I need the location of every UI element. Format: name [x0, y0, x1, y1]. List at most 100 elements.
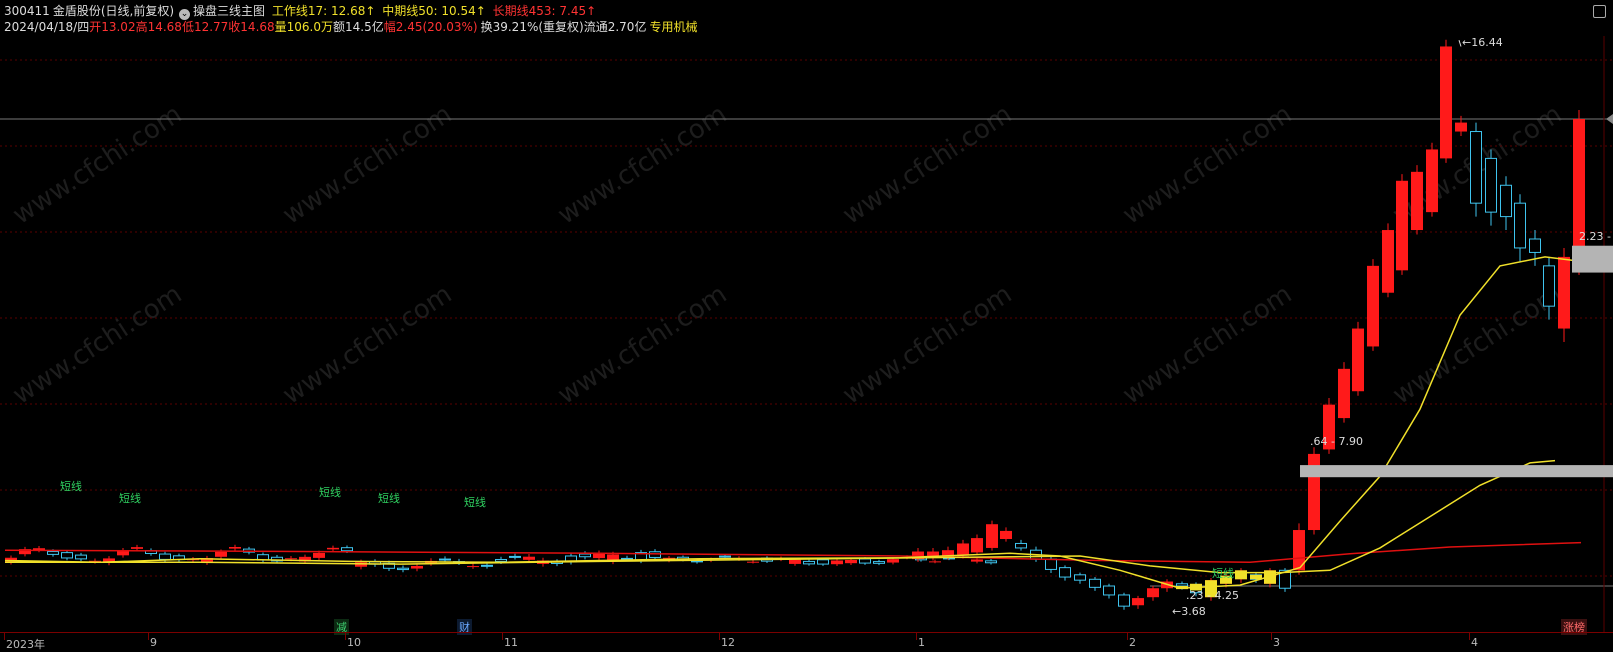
indicator-name[interactable]: 操盘三线主图: [193, 4, 265, 18]
short-line-label: 短线: [464, 496, 486, 509]
quote-open: 开13.02: [89, 20, 136, 34]
candle-down: [803, 560, 815, 565]
candles: [5, 39, 1585, 610]
candle-up: [789, 559, 801, 564]
period-label[interactable]: (日线,前复权): [101, 4, 174, 18]
date-tick: [1127, 633, 1128, 640]
date-label: 2: [1129, 636, 1136, 649]
candle-up: [411, 565, 423, 569]
candle-down: [75, 554, 87, 560]
candle-down: [341, 547, 353, 552]
candlestick-chart[interactable]: [0, 0, 1613, 632]
candle-down: [649, 551, 661, 558]
long-line-value: 长期线453: 7.45↑: [492, 4, 597, 18]
title-bar: 300411 金盾股份(日线,前复权) ⌄ 操盘三线主图 工作线17: 12.68↑ …: [4, 4, 599, 20]
candle-up: [1396, 180, 1408, 271]
short-line-label: 短线: [378, 492, 400, 505]
candle-up: [1352, 328, 1364, 392]
candle-up: [747, 561, 759, 563]
quote-high: 高14.68: [135, 20, 182, 34]
candle-up: [327, 547, 339, 550]
candle-down: [859, 558, 871, 564]
candle-down: [873, 561, 885, 564]
price-zone-band: [1300, 465, 1613, 478]
candle-up: [313, 552, 325, 558]
stock-name: 金盾股份: [52, 4, 101, 18]
candle-up: [845, 559, 857, 564]
date-label: 9: [150, 636, 157, 649]
candle-up: [467, 566, 479, 568]
candle-down: [1045, 558, 1057, 570]
candle-up: [229, 546, 241, 549]
candle-down: [719, 555, 731, 558]
candle-up: [929, 561, 941, 563]
candle-down: [1103, 585, 1115, 596]
candle-up: [1132, 598, 1144, 606]
candle-up: [986, 524, 998, 548]
candle-down: [1074, 574, 1086, 581]
candle-up: [1411, 171, 1423, 231]
candle-up: [1147, 588, 1159, 598]
price-zone-band: [1572, 245, 1613, 273]
candle-down: [1485, 157, 1497, 213]
indicator-lines: [4, 256, 1582, 589]
work-line: [4, 256, 1582, 589]
short-line-label: 短线: [60, 480, 82, 493]
candle-down: [1543, 265, 1555, 307]
chart-annotations: [1458, 40, 1462, 47]
panel-close-icon[interactable]: [1593, 5, 1606, 18]
candle-down: [1514, 202, 1526, 249]
arrow-left-icon: ←: [1462, 36, 1472, 49]
candle-up: [957, 543, 969, 555]
candle-up: [131, 547, 143, 549]
date-label: 3: [1273, 636, 1280, 649]
candle-up: [1440, 46, 1452, 159]
candle-up: [285, 558, 297, 560]
candle-down: [159, 553, 171, 560]
quote-date: 2024/04/18/四: [4, 20, 90, 34]
quote-turnover: 换39.21%(重复权): [480, 20, 584, 34]
candle-down: [1176, 583, 1188, 587]
short-line-label: 短线: [319, 486, 341, 499]
quote-low: 低12.77: [181, 20, 229, 34]
candle-down: [397, 567, 409, 571]
current-price-pointer-icon: [1606, 114, 1613, 124]
date-axis: 2023年 9 10 11 12 1 2 3 4: [0, 632, 1613, 652]
candle-up: [1455, 122, 1467, 132]
candle-down: [1500, 184, 1512, 218]
candle-up: [1338, 368, 1350, 419]
zone-mid-label: .64 - 7.90: [1310, 435, 1363, 448]
candle-signal: [1235, 570, 1247, 580]
stock-code: 300411: [4, 4, 50, 18]
date-tick: [719, 633, 720, 640]
date-label: 11: [504, 636, 518, 649]
candle-down: [1529, 238, 1541, 253]
date-tick: [4, 633, 5, 640]
date-label: 12: [721, 636, 735, 649]
candle-up: [1558, 256, 1570, 329]
date-label: 2023年: [6, 638, 45, 651]
quote-volume: 量106.0万: [274, 20, 334, 34]
candle-down: [579, 553, 591, 558]
quote-close: 收14.68: [228, 20, 275, 34]
settings-gear-icon[interactable]: ⌄: [179, 9, 191, 20]
high-mark-pointer: [1458, 40, 1462, 47]
candle-up: [215, 551, 227, 557]
date-tick: [502, 633, 503, 640]
arrow-left-icon: ←: [1172, 605, 1182, 618]
date-tick: [148, 633, 149, 640]
candle-down: [817, 559, 829, 565]
date-tick: [916, 633, 917, 640]
candle-up: [971, 559, 983, 562]
candle-up: [1426, 149, 1438, 213]
candle-down: [61, 552, 73, 559]
date-tick: [1469, 633, 1470, 640]
candle-up: [1000, 530, 1012, 539]
date-label: 10: [347, 636, 361, 649]
candle-up: [523, 556, 535, 560]
short-line-label: 短线: [1212, 567, 1234, 580]
candle-down: [439, 558, 451, 561]
quote-sector: 专用机械: [649, 20, 698, 34]
candle-up: [971, 538, 983, 553]
candle-down: [495, 558, 507, 562]
